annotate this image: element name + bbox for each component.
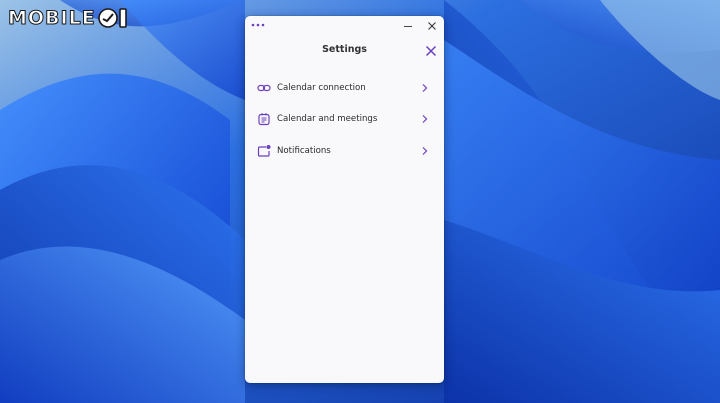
menu-item-label: Notifications — [277, 145, 331, 156]
window-titlebar — [245, 16, 444, 36]
chevron-right-icon — [422, 83, 428, 92]
menu-item-label: Calendar connection — [277, 82, 366, 93]
more-options-icon[interactable] — [251, 21, 265, 29]
minimize-button[interactable] — [401, 19, 415, 33]
mobile01-watermark: MOBILE — [8, 4, 132, 32]
link-icon — [257, 84, 271, 91]
settings-window: Settings Calendar connection Calendar an… — [245, 16, 444, 383]
chevron-right-icon — [422, 115, 428, 124]
watermark-text: MOBILE — [8, 7, 96, 30]
menu-item-notifications[interactable]: Notifications — [245, 135, 444, 167]
mobile01-logo-icon — [97, 8, 127, 28]
settings-close-button[interactable] — [424, 44, 438, 58]
menu-item-calendar-and-meetings[interactable]: Calendar and meetings — [245, 104, 444, 136]
chevron-right-icon — [422, 146, 428, 155]
page-title: Settings — [322, 44, 367, 55]
settings-menu: Calendar connection Calendar and meeting… — [245, 72, 444, 167]
menu-item-label: Calendar and meetings — [277, 114, 378, 125]
window-close-button[interactable] — [425, 19, 439, 33]
notification-icon — [257, 144, 271, 157]
menu-item-calendar-connection[interactable]: Calendar connection — [245, 72, 444, 104]
calendar-icon — [258, 113, 270, 126]
